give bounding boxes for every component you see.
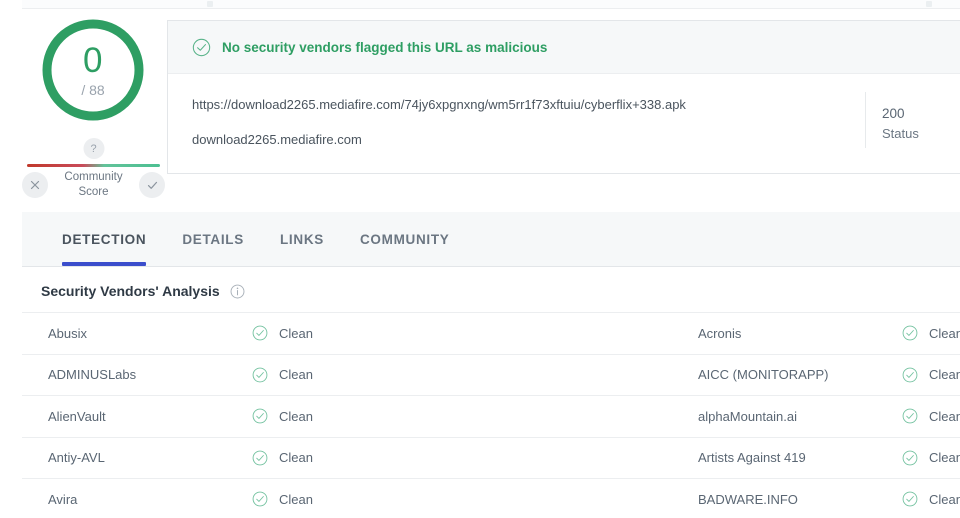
http-status-code: 200: [882, 106, 905, 121]
check-circle-icon: [902, 491, 918, 507]
vendor-verdict: Clean: [252, 396, 672, 437]
tab-links-label: LINKS: [279, 231, 324, 247]
check-circle-icon: [902, 325, 918, 341]
scanned-url: https://download2265.mediafire.com/74jy6…: [192, 97, 686, 112]
verdict-banner: No security vendors flagged this URL as …: [168, 21, 960, 74]
clipped-top-row-marker-right: [926, 1, 932, 7]
clipped-top-row: [22, 0, 960, 9]
security-vendors-table: Abusix Clean Acronis Clean ADMINUSLabs C…: [22, 312, 960, 518]
url-card-body: https://download2265.mediafire.com/74jy6…: [168, 74, 960, 174]
tab-detection-label: DETECTION: [62, 231, 147, 247]
community-score-label-line1: Community: [64, 171, 123, 183]
community-score-label: Community Score: [22, 170, 165, 200]
vendor-name: ADMINUSLabs: [48, 367, 137, 383]
tab-community-label: COMMUNITY: [359, 231, 450, 247]
url-details: https://download2265.mediafire.com/74jy6…: [168, 74, 865, 174]
table-row[interactable]: ADMINUSLabs Clean AICC (MONITORAPP) Clea…: [22, 355, 960, 396]
vendor-verdict-label: Clean: [279, 491, 313, 507]
tab-bar: DETECTION DETAILS LINKS COMMUNITY: [22, 212, 960, 267]
vendor-name: BADWARE.INFO: [698, 491, 798, 507]
check-circle-icon: [252, 367, 268, 383]
vendor-verdict: Clean: [902, 438, 960, 479]
vendor-verdict: Clean: [252, 438, 672, 479]
vendor-verdict-label: Clean: [929, 491, 960, 507]
vendor-name: AlienVault: [48, 408, 106, 424]
tab-links[interactable]: LINKS: [262, 212, 342, 266]
scanned-host: download2265.mediafire.com: [192, 132, 362, 147]
tab-community[interactable]: COMMUNITY: [342, 212, 468, 266]
analysis-title: Security Vendors' Analysis: [41, 283, 220, 299]
http-status-block: 200 Status: [865, 92, 960, 148]
vendor-verdict-label: Clean: [929, 408, 960, 424]
vendor-verdict-label: Clean: [279, 450, 313, 466]
vendor-verdict-label: Clean: [279, 367, 313, 383]
vendor-name: Acronis: [698, 325, 742, 341]
check-circle-icon: [252, 450, 268, 466]
score-value: 0: [83, 41, 103, 80]
table-row[interactable]: Abusix Clean Acronis Clean: [22, 313, 960, 355]
tab-detection[interactable]: DETECTION: [44, 212, 164, 266]
verdict-message: No security vendors flagged this URL as …: [222, 39, 548, 55]
detection-score-gauge: 0 / 88: [33, 15, 153, 125]
vendor-verdict-label: Clean: [279, 325, 313, 341]
check-circle-icon: [252, 408, 268, 424]
vendor-name: alphaMountain.ai: [698, 408, 798, 424]
check-circle-icon: [902, 367, 918, 383]
score-total: / 88: [81, 82, 105, 98]
vendor-verdict: Clean: [902, 355, 960, 396]
vendor-verdict-label: Clean: [279, 408, 313, 424]
vendor-name: Abusix: [48, 325, 88, 341]
vendor-verdict: Clean: [252, 479, 672, 518]
check-circle-icon: [252, 325, 268, 341]
clipped-top-row-marker-left: [207, 1, 213, 7]
vendor-verdict: Clean: [902, 479, 960, 518]
tab-details[interactable]: DETAILS: [164, 212, 262, 266]
tab-details-label: DETAILS: [182, 231, 244, 247]
question-mark-icon: ?: [83, 138, 104, 159]
check-circle-icon: [902, 450, 918, 466]
check-circle-icon: [192, 38, 211, 56]
vendor-verdict-label: Clean: [929, 450, 960, 466]
vendor-name: Antiy-AVL: [48, 450, 105, 466]
vendor-name: AICC (MONITORAPP): [698, 367, 829, 383]
score-donut: 0 / 88: [38, 15, 148, 125]
vendor-verdict: Clean: [902, 313, 960, 354]
vendor-name: Artists Against 419: [698, 450, 806, 466]
vendor-verdict-label: Clean: [929, 325, 960, 341]
table-row[interactable]: AlienVault Clean alphaMountain.ai Clean: [22, 396, 960, 438]
table-row[interactable]: Antiy-AVL Clean Artists Against 419 Clea…: [22, 438, 960, 479]
vendor-name: Avira: [48, 491, 78, 507]
check-circle-icon: [252, 491, 268, 507]
vendor-verdict: Clean: [252, 355, 672, 396]
vendor-verdict: Clean: [252, 313, 672, 354]
http-status-label: Status: [882, 126, 919, 141]
community-score-widget: ? Community Score: [22, 138, 165, 204]
community-score-label-line2: Score: [78, 186, 109, 198]
info-icon[interactable]: [230, 284, 245, 299]
tab-list: DETECTION DETAILS LINKS COMMUNITY: [22, 212, 960, 266]
summary-section: 0 / 88 ? Community Score No security ven…: [0, 10, 960, 206]
vendor-verdict-label: Clean: [929, 367, 960, 383]
community-score-bar: [27, 164, 160, 167]
table-row[interactable]: Avira Clean BADWARE.INFO Clean: [22, 479, 960, 518]
check-circle-icon: [902, 408, 918, 424]
analysis-heading: Security Vendors' Analysis: [41, 283, 245, 299]
vendor-verdict: Clean: [902, 396, 960, 437]
url-info-card: No security vendors flagged this URL as …: [167, 20, 960, 174]
